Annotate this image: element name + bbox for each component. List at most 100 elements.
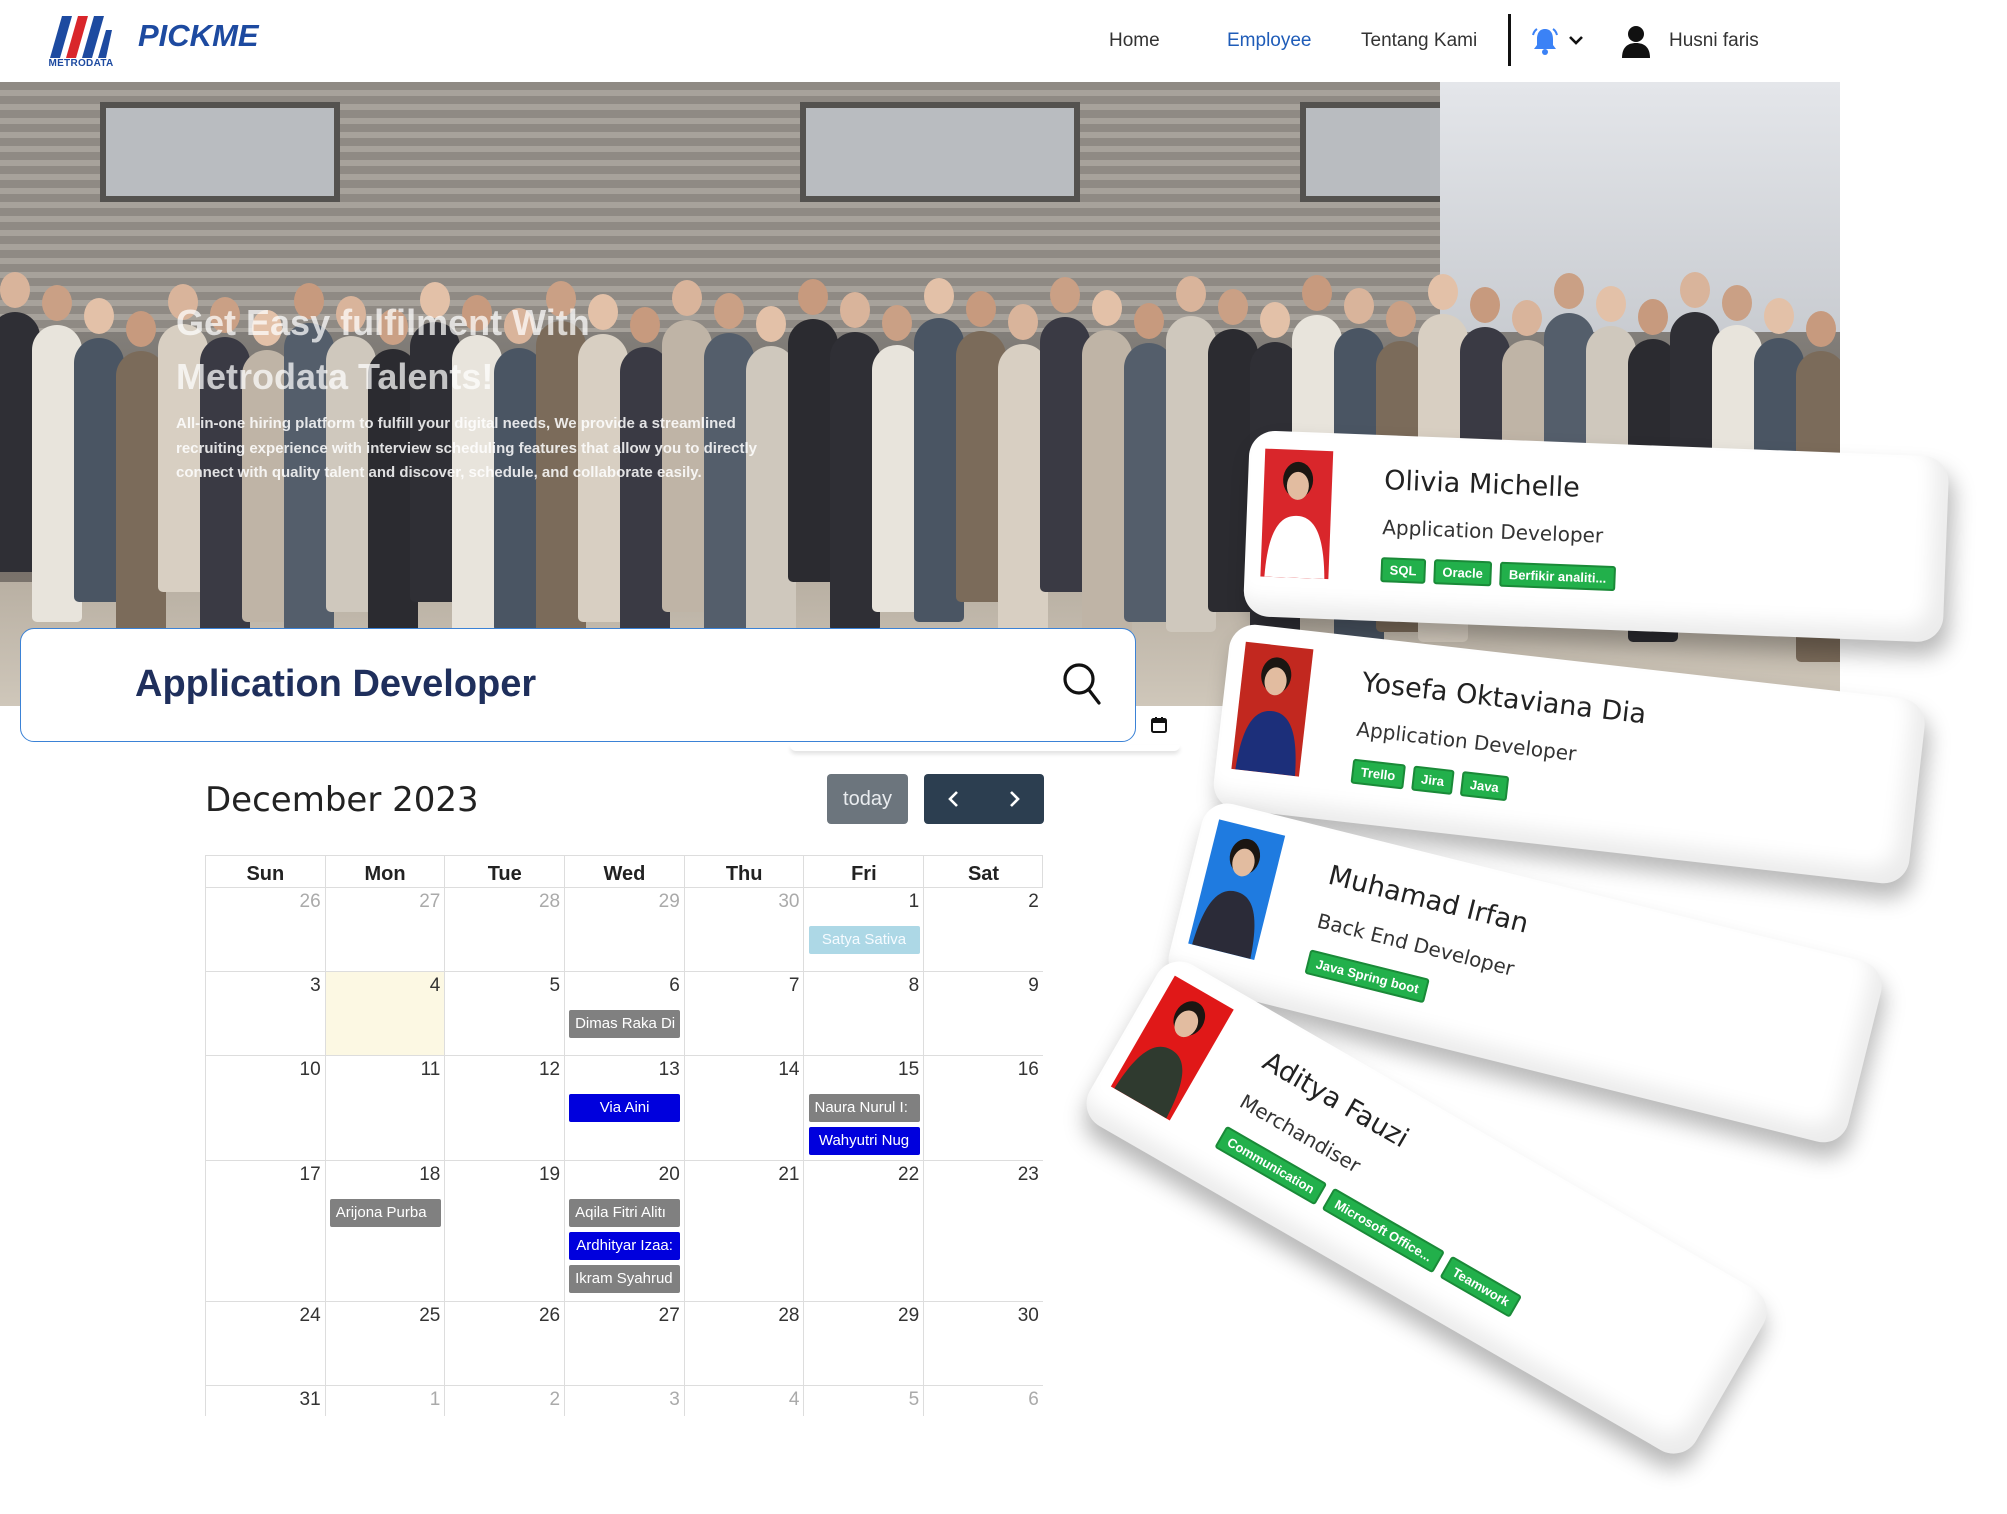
search-icon[interactable] bbox=[1061, 661, 1103, 707]
day-number: 27 bbox=[658, 1305, 680, 1326]
crowd-person-head bbox=[1260, 302, 1290, 338]
calendar-day[interactable]: 26 bbox=[445, 1302, 566, 1385]
weekday-sun: Sun bbox=[206, 856, 326, 889]
calendar-day[interactable]: 1 Satya Sativa bbox=[805, 888, 925, 971]
calendar-day[interactable]: 5 bbox=[805, 1386, 925, 1416]
calendar-day[interactable]: 6 bbox=[924, 1386, 1043, 1416]
calendar-day[interactable]: 4 bbox=[685, 1386, 805, 1416]
calendar-day[interactable]: 28 bbox=[685, 1302, 805, 1385]
calendar-icon[interactable] bbox=[1150, 716, 1168, 734]
day-number: 12 bbox=[538, 1059, 561, 1080]
calendar-day[interactable]: 5 bbox=[445, 972, 566, 1055]
interview-event[interactable]: Ardhityar Izaa: bbox=[569, 1232, 681, 1260]
calendar-day[interactable]: 16 bbox=[924, 1056, 1043, 1160]
calendar-day[interactable]: 1 bbox=[326, 1386, 446, 1416]
user-name[interactable]: Husni faris bbox=[1669, 30, 1759, 52]
calendar-day[interactable]: 30 bbox=[924, 1302, 1043, 1385]
day-number: 29 bbox=[658, 891, 680, 912]
crowd-person-head bbox=[1638, 299, 1668, 335]
calendar-day[interactable]: 8 bbox=[805, 972, 925, 1055]
calendar-day[interactable]: 14 bbox=[685, 1056, 805, 1160]
calendar-day[interactable]: 11 bbox=[326, 1056, 446, 1160]
calendar-day[interactable]: 31 bbox=[206, 1386, 326, 1416]
calendar-day[interactable]: 3 bbox=[565, 1386, 685, 1416]
talent-photo bbox=[1188, 819, 1286, 960]
calendar-day[interactable]: 2 bbox=[924, 888, 1043, 971]
interview-event[interactable]: Ikram Syahrud bbox=[569, 1265, 681, 1293]
day-number: 28 bbox=[778, 1305, 800, 1326]
search-input[interactable]: Application Developer bbox=[135, 663, 536, 706]
calendar-day[interactable]: 2 bbox=[445, 1386, 566, 1416]
calendar-day[interactable]: 12 bbox=[445, 1056, 566, 1160]
calendar-day[interactable]: 30 bbox=[685, 888, 805, 971]
day-number: 19 bbox=[538, 1164, 561, 1185]
brand-name[interactable]: PICKME bbox=[138, 18, 259, 54]
calendar-day[interactable]: 13 Via Aini bbox=[565, 1056, 685, 1160]
calendar-day[interactable]: 17 bbox=[206, 1161, 326, 1301]
calendar-day[interactable]: 27 bbox=[326, 888, 446, 971]
nav-home[interactable]: Home bbox=[1109, 30, 1160, 52]
interview-event[interactable]: Arijona Purba bbox=[329, 1199, 441, 1227]
calendar-day[interactable]: 23 bbox=[924, 1161, 1043, 1301]
crowd-person-head bbox=[1176, 276, 1206, 312]
skill-tags: SQL Oracle Berfikir analiti... bbox=[1380, 557, 1616, 592]
interview-event[interactable]: Via Aini bbox=[569, 1094, 681, 1122]
day-number: 26 bbox=[299, 891, 321, 912]
calendar-day[interactable]: 15 Naura Nurul I: Wahyutri Nug bbox=[805, 1056, 925, 1160]
calendar-day[interactable]: 19 bbox=[445, 1161, 566, 1301]
crowd-person-head bbox=[126, 311, 156, 347]
day-number: 3 bbox=[310, 975, 321, 996]
interview-event[interactable]: Naura Nurul I: bbox=[808, 1094, 920, 1122]
calendar-day[interactable]: 25 bbox=[326, 1302, 446, 1385]
calendar-day[interactable]: 18 Arijona Purba bbox=[326, 1161, 446, 1301]
talent-card[interactable]: Olivia Michelle Application Developer SQL O… bbox=[1242, 430, 1950, 643]
day-number: 2 bbox=[549, 1389, 561, 1410]
next-month-button[interactable] bbox=[984, 774, 1044, 824]
day-number: 22 bbox=[898, 1164, 920, 1185]
calendar-day[interactable]: 9 bbox=[924, 972, 1043, 1055]
nav-tentang-kami[interactable]: Tentang Kami bbox=[1361, 30, 1477, 52]
calendar-day[interactable]: 20 Aqila Fitri Alitı Ardhityar Izaa: Ikram … bbox=[565, 1161, 685, 1301]
calendar-day[interactable]: 26 bbox=[206, 888, 326, 971]
date-filter-shadow bbox=[790, 745, 1180, 751]
calendar-grid: Sun Mon Tue Wed Thu Fri Sat 26 27 28 29 30 1 Satya S… bbox=[205, 855, 1043, 1416]
calendar-day[interactable]: 29 bbox=[565, 888, 685, 971]
crowd-person-head bbox=[1722, 285, 1752, 321]
notification-bell-icon[interactable] bbox=[1530, 26, 1560, 56]
skill-tags: Communication Microsoft Office... Teamwork bbox=[1214, 1125, 1523, 1318]
calendar-day[interactable]: 10 bbox=[206, 1056, 326, 1160]
prev-month-button[interactable] bbox=[924, 774, 984, 824]
calendar-day[interactable]: 24 bbox=[206, 1302, 326, 1385]
calendar-day-today[interactable]: 4 bbox=[325, 972, 446, 1055]
metrodata-logo[interactable]: METRODATA bbox=[48, 14, 114, 70]
today-button[interactable]: today bbox=[827, 774, 908, 824]
calendar-day[interactable]: 21 bbox=[685, 1161, 805, 1301]
calendar-day[interactable]: 28 bbox=[445, 888, 566, 971]
user-avatar-icon[interactable] bbox=[1620, 24, 1652, 58]
day-number: 4 bbox=[788, 1389, 800, 1410]
talent-name: Aditya Fauzi bbox=[1257, 1045, 1414, 1155]
talent-search-bar[interactable]: Application Developer bbox=[20, 628, 1136, 742]
interview-event[interactable]: Wahyutri Nug bbox=[808, 1127, 920, 1155]
weekday-thu: Thu bbox=[685, 856, 805, 889]
calendar-day[interactable]: 6 Dimas Raka Di bbox=[565, 972, 685, 1055]
calendar-day[interactable]: 29 bbox=[805, 1302, 925, 1385]
skill-tag: Microsoft Office... bbox=[1321, 1187, 1446, 1274]
interview-event[interactable]: Dimas Raka Di bbox=[569, 1010, 681, 1038]
chevron-right-icon bbox=[1010, 791, 1020, 807]
hero-description: All-in-one hiring platform to fulfill yo… bbox=[176, 415, 757, 481]
crowd-person-head bbox=[1092, 290, 1122, 326]
calendar-day[interactable]: 27 bbox=[565, 1302, 685, 1385]
talent-photo bbox=[1110, 975, 1234, 1121]
calendar-day[interactable]: 3 bbox=[206, 972, 326, 1055]
nav-employee[interactable]: Employee bbox=[1227, 30, 1312, 52]
interview-event[interactable]: Satya Sativa bbox=[808, 926, 920, 954]
calendar-day[interactable]: 7 bbox=[685, 972, 805, 1055]
crowd-person-head bbox=[714, 293, 744, 329]
calendar-week-row: 24 25 26 27 28 29 30 bbox=[205, 1302, 1043, 1386]
interview-event[interactable]: Aqila Fitri Alitı bbox=[569, 1199, 681, 1227]
chevron-down-icon[interactable] bbox=[1566, 30, 1586, 50]
skill-tag: Teamwork bbox=[1439, 1255, 1523, 1318]
day-number: 29 bbox=[898, 1305, 920, 1326]
calendar-day[interactable]: 22 bbox=[805, 1161, 925, 1301]
